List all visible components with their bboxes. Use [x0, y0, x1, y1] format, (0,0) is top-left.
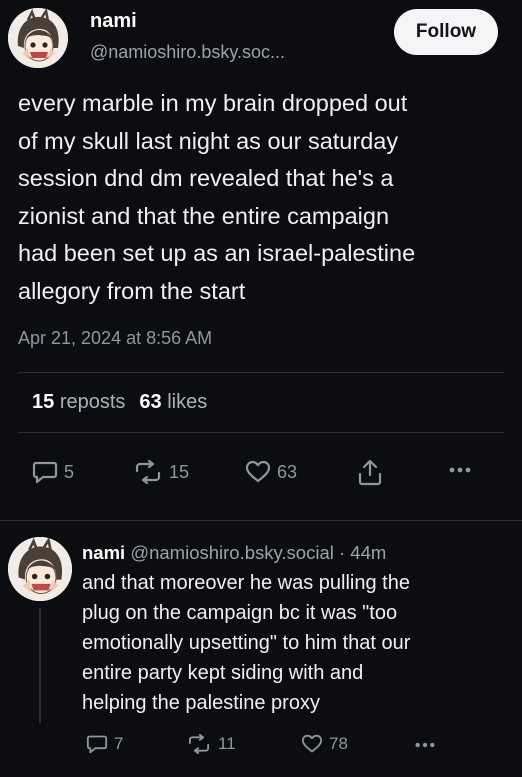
post-text-line: session dnd dm revealed that he's a — [18, 165, 394, 191]
author-display-name[interactable]: nami — [90, 10, 137, 33]
post-text-line: of my skull last night as our saturday — [18, 127, 399, 154]
reply-text-line: plug on the campaign bc it was "too — [82, 602, 398, 624]
reply-icon — [32, 461, 58, 484]
more-icon — [415, 742, 435, 748]
main-post: nami @namioshiro.bsky.soc... Follow ever… — [0, 0, 522, 520]
more-icon — [449, 467, 471, 473]
heart-icon — [245, 460, 271, 483]
likes-count: 63 — [139, 391, 162, 413]
reposts-stat[interactable]: 15 reposts — [32, 391, 125, 413]
follow-button[interactable]: Follow — [394, 9, 498, 55]
post-text: every marble in my brain dropped out of … — [18, 85, 513, 310]
reply-handle[interactable]: @namioshiro.bsky.social — [130, 542, 334, 563]
reply-like-button[interactable]: 78 — [301, 734, 348, 754]
post-text-line: zionist and that the entire campaign — [18, 202, 390, 229]
reply-text-line: emotionally upsetting" to him that our — [82, 632, 411, 654]
likes-label: likes — [167, 391, 208, 413]
reply-repost-button[interactable]: 11 — [186, 734, 236, 754]
reply-count: 5 — [64, 461, 75, 482]
reply-icon — [86, 735, 108, 754]
reply-button[interactable]: 5 — [32, 460, 74, 484]
repost-icon — [188, 734, 210, 754]
repost-icon — [135, 460, 161, 484]
more-options-button[interactable] — [448, 466, 472, 474]
reply-text-line: entire party kept siding with and — [82, 662, 364, 684]
divider — [18, 432, 504, 433]
reply-reply-button[interactable]: 7 — [86, 734, 123, 754]
like-button[interactable]: 63 — [245, 460, 297, 484]
reply-avatar[interactable] — [8, 537, 72, 601]
like-count: 63 — [277, 461, 298, 482]
reply-text: and that moreover he was pulling the plu… — [82, 568, 512, 718]
reply-text-line: helping the palestine proxy — [82, 692, 320, 714]
reply-more-options-button[interactable] — [414, 741, 436, 749]
post-text-line: every marble in my brain dropped out — [18, 90, 408, 116]
author-handle[interactable]: @namioshiro.bsky.soc... — [90, 42, 285, 63]
reposts-label: reposts — [59, 391, 126, 413]
reply-separator: · — [338, 542, 346, 563]
share-button[interactable] — [357, 458, 383, 486]
reposts-count: 15 — [32, 391, 55, 413]
divider — [18, 372, 504, 373]
post-text-line: had been set up as an israel-palestine — [18, 240, 416, 266]
repost-button[interactable]: 15 — [133, 460, 189, 484]
reply-repost-count: 11 — [218, 734, 236, 753]
repost-count: 15 — [169, 461, 190, 482]
likes-stat[interactable]: 63 likes — [139, 391, 207, 413]
post-text-line: allegory from the start — [18, 277, 246, 304]
heart-icon — [301, 734, 323, 753]
engagement-stats: 15 reposts 63 likes — [32, 391, 207, 414]
post-separator — [0, 520, 522, 521]
reply-header: nami @namioshiro.bsky.social · 44m — [82, 542, 386, 564]
post-timestamp[interactable]: Apr 21, 2024 at 8:56 AM — [18, 328, 212, 349]
reply-reply-count: 7 — [114, 734, 124, 753]
reply-text-line: and that moreover he was pulling the — [82, 572, 410, 594]
avatar[interactable] — [8, 8, 68, 68]
share-icon — [358, 459, 382, 486]
reply-display-name[interactable]: nami — [82, 542, 125, 563]
thread-line — [39, 608, 41, 723]
reply-like-count: 78 — [329, 734, 348, 753]
reply-age[interactable]: 44m — [350, 542, 386, 563]
